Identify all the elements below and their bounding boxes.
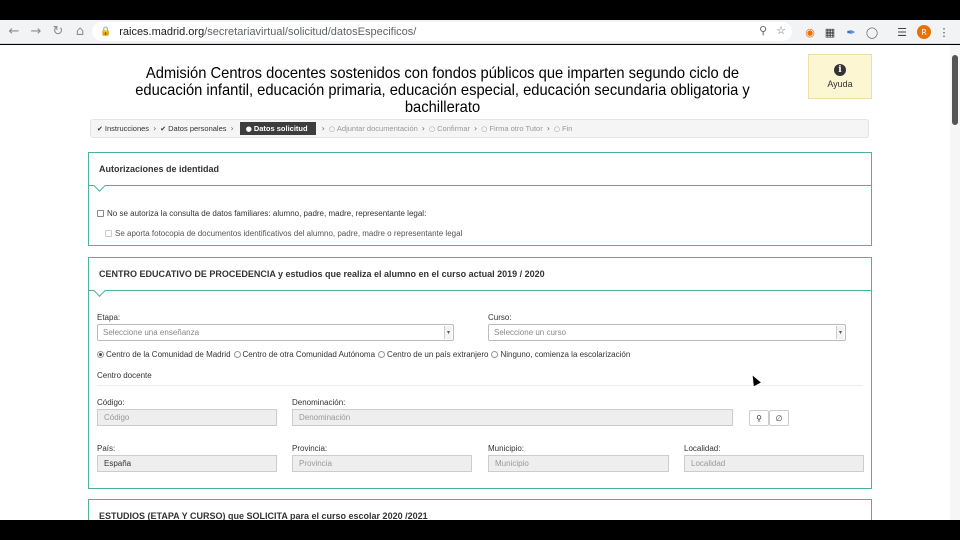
chevron-down-icon: ▾ [444, 326, 452, 339]
qr-code-icon[interactable]: ▦ [824, 24, 836, 40]
circle-empty-icon: ○ [328, 124, 335, 133]
chevron-down-icon: ▾ [836, 326, 844, 339]
requested-studies-panel: ESTUDIOS (ETAPA Y CURSO) que SOLICITA pa… [88, 499, 872, 520]
radio-option-madrid[interactable]: Centro de la Comunidad de Madrid [97, 350, 231, 359]
step-datos-personales[interactable]: ✔ Datos personales [160, 124, 226, 133]
chevron-right-icon: › [230, 124, 234, 133]
window-titlebar [0, 0, 960, 20]
radio-option-extranjero[interactable]: Centro de un país extranjero [378, 350, 488, 359]
curso-label: Curso: [488, 313, 512, 322]
profile-avatar[interactable]: R [917, 25, 931, 39]
curso-select[interactable]: Seleccione un curso ▾ [488, 324, 846, 341]
info-icon: i [834, 64, 846, 76]
radio-extranjero[interactable] [378, 351, 386, 358]
help-label: Ayuda [827, 79, 853, 89]
page-viewport: Admisión Centros docentes sostenidos con… [0, 45, 960, 520]
bottom-letterbox [0, 520, 960, 540]
scrollbar-thumb[interactable] [952, 55, 958, 125]
bookmark-star-icon[interactable]: ☆ [776, 24, 786, 37]
search-icon: ⚲ [756, 413, 762, 423]
divider [97, 385, 863, 386]
chevron-right-icon: › [153, 124, 157, 133]
circle-empty-icon: ○ [429, 124, 436, 133]
localidad-label: Localidad: [684, 444, 721, 453]
scrollbar[interactable] [950, 45, 960, 520]
search-button[interactable]: ⚲ [749, 410, 769, 426]
step-datos-solicitud[interactable]: ● Datos solicitud [239, 122, 316, 135]
check-circle-icon: ✔ [160, 124, 167, 133]
pais-label: País: [97, 444, 116, 453]
etapa-label: Etapa: [97, 313, 121, 322]
trash-icon: ∅ [775, 413, 783, 423]
reading-list-icon[interactable]: ☰ [896, 24, 908, 40]
provincia-label: Provincia: [292, 444, 328, 453]
identity-panel-title: Autorizaciones de identidad [89, 153, 871, 192]
municipio-label: Municipio: [488, 444, 525, 453]
url-text: raices.madrid.org/secretariavirtual/soli… [119, 25, 417, 38]
home-icon[interactable]: ⌂ [69, 21, 91, 43]
localidad-input[interactable]: Localidad [684, 455, 864, 472]
codigo-input[interactable]: Código [97, 409, 277, 426]
back-icon[interactable]: ← [3, 21, 25, 43]
lock-icon: 🔒 [100, 26, 112, 37]
circle-empty-icon: ○ [553, 124, 561, 133]
help-button[interactable]: i Ayuda [808, 54, 872, 99]
clear-button[interactable]: ∅ [769, 410, 789, 426]
step-instrucciones[interactable]: ✔ Instrucciones [97, 124, 149, 133]
codigo-label: Código: [97, 398, 125, 407]
fotocopia-checkbox[interactable] [105, 230, 112, 237]
chevron-right-icon: › [474, 124, 478, 133]
requested-studies-title: ESTUDIOS (ETAPA Y CURSO) que SOLICITA pa… [89, 500, 871, 520]
step-firma-otro-tutor: ○ Firma otro Tutor [481, 124, 543, 133]
etapa-select[interactable]: Seleccione una enseñanza ▾ [97, 324, 454, 341]
radio-madrid[interactable] [97, 351, 104, 358]
browser-toolbar: ← → ↻ ⌂ 🔒 raices.madrid.org/secretariavi… [0, 20, 960, 44]
centro-docente-heading: Centro docente [97, 371, 152, 380]
radio-otra-comunidad[interactable] [233, 351, 241, 358]
menu-kebab-icon[interactable]: ⋮ [939, 24, 950, 40]
reload-icon[interactable]: ↻ [47, 21, 69, 43]
page-title: Admisión Centros docentes sostenidos con… [135, 65, 750, 116]
procedencia-radio-group: Centro de la Comunidad de Madrid Centro … [97, 350, 633, 359]
pen-extension-icon[interactable]: ✒ [845, 24, 857, 40]
radio-ninguno[interactable] [491, 351, 499, 358]
zoom-extension-icon[interactable]: ◯ [866, 24, 878, 40]
no-autoriza-checkbox-row[interactable]: No se autoriza la consulta de datos fami… [97, 209, 426, 218]
radio-option-ninguno[interactable]: Ninguno, comienza la escolarización [491, 350, 630, 359]
forward-icon[interactable]: → [25, 21, 47, 43]
origin-panel: CENTRO EDUCATIVO DE PROCEDENCIA y estudi… [88, 257, 872, 489]
pais-input[interactable]: España [97, 455, 277, 472]
fotocopia-checkbox-row[interactable]: Se aporta fotocopia de documentos identi… [105, 229, 462, 238]
step-adjuntar-documentacion: ○ Adjuntar documentación [328, 124, 418, 133]
search-icon[interactable]: ⚲ [759, 24, 767, 37]
no-autoriza-checkbox[interactable] [97, 210, 104, 217]
circle-empty-icon: ○ [481, 124, 488, 133]
step-fin: ○ Fin [553, 124, 573, 133]
radio-option-otra-comunidad[interactable]: Centro de otra Comunidad Autónoma [233, 350, 375, 359]
address-bar[interactable]: 🔒 raices.madrid.org/secretariavirtual/so… [92, 22, 792, 41]
step-confirmar: ○ Confirmar [429, 124, 471, 133]
wizard-steps: ✔ Instrucciones › ✔ Datos personales › ● Da… [90, 119, 869, 138]
origin-panel-title: CENTRO EDUCATIVO DE PROCEDENCIA y estudi… [89, 258, 871, 297]
check-circle-icon: ✔ [97, 124, 103, 133]
extension-icon[interactable]: ◉ [804, 24, 816, 40]
chevron-right-icon: › [421, 124, 425, 133]
denominacion-input[interactable]: Denominación [292, 409, 733, 426]
chevron-right-icon: › [321, 124, 325, 133]
chevron-right-icon: › [546, 124, 550, 133]
provincia-input[interactable]: Provincia [292, 455, 472, 472]
identity-panel: Autorizaciones de identidad No se autori… [88, 152, 872, 246]
municipio-input[interactable]: Municipio [488, 455, 669, 472]
denominacion-label: Denominación: [292, 398, 346, 407]
circle-filled-icon: ● [245, 124, 252, 133]
